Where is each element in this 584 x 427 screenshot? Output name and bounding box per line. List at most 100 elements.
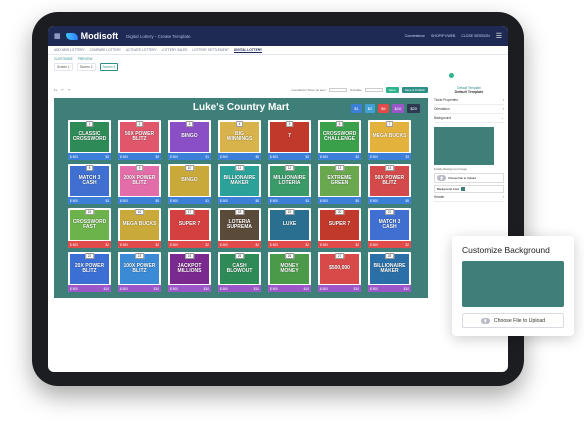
ticket-footer: $ 500 $2: [118, 241, 161, 248]
tab-primary[interactable]: LOTTERY SETTLEMENT: [192, 48, 229, 52]
cloud-upload-icon: [437, 175, 446, 181]
price-filter-button[interactable]: $20: [407, 104, 420, 113]
ticket-slot-number: 12: [284, 165, 295, 171]
lottery-ticket[interactable]: 14 50X POWER BLITZ $ 500 $5: [368, 164, 411, 204]
ticket-footer: $ 500 $5: [218, 153, 261, 160]
lottery-ticket[interactable]: 7 MEGA BUCKS $ 500 $3: [368, 120, 411, 160]
tab-secondary[interactable]: PREVIEW: [78, 57, 93, 61]
lottery-ticket[interactable]: 4 BIG WINNINGS $ 500 $5: [218, 120, 261, 160]
apps-grid-icon[interactable]: ▦: [54, 32, 61, 40]
panel-row-background[interactable]: Background ⌄: [434, 114, 504, 123]
undo-icon[interactable]: ↶: [61, 88, 64, 92]
ticket-price: $1: [205, 198, 209, 203]
card-color-swatch[interactable]: [462, 261, 564, 307]
lottery-ticket[interactable]: 17 SUPER 7 $ 500 $2: [168, 208, 211, 248]
save-publish-button[interactable]: Save & Publish: [401, 87, 428, 93]
zoom-value[interactable]: 1x: [54, 88, 57, 92]
lottery-ticket[interactable]: 28 BILLIONAIRE MAKER $ 500 $10: [368, 252, 411, 292]
choose-file-button[interactable]: Choose File to Upload: [462, 313, 564, 328]
bg-color-picker[interactable]: Background Color: [434, 185, 504, 193]
ticket-remaining: $ 500: [120, 242, 128, 247]
lottery-ticket[interactable]: 9 200X POWER BLITZ $ 500 $5: [118, 164, 161, 204]
lottery-ticket[interactable]: 18 LOTERIA SUPREMA $ 500 $2: [218, 208, 261, 248]
ticket-remaining: $ 500: [370, 198, 378, 203]
save-button[interactable]: Save: [385, 87, 399, 93]
ticket-footer: $ 500 $10: [318, 285, 361, 292]
hamburger-menu-icon[interactable]: ☰: [496, 32, 502, 40]
enable-bg-image-note: Enable Background Image: [434, 167, 467, 171]
lottery-ticket[interactable]: 21 MATCH 3 CASH $ 500 $2: [368, 208, 411, 248]
tab-primary[interactable]: ACTIVATE LOTTERY: [126, 48, 157, 52]
lottery-ticket[interactable]: 16 MEGA BUCKS $ 500 $2: [118, 208, 161, 248]
ticket-remaining: $ 500: [220, 286, 228, 291]
lottery-ticket[interactable]: 25 CASH BLOWOUT $ 500 $10: [218, 252, 261, 292]
ticket-slot-number: 14: [384, 165, 395, 171]
secondary-tabs: CUSTOMIZE PREVIEW: [48, 55, 508, 62]
ticket-slot-number: 25: [234, 253, 245, 259]
lottery-ticket[interactable]: 15 CROSSWORD FAST $ 500 $2: [68, 208, 111, 248]
tablet-device: ▦ Modisoft Digital Lottery - Create Temp…: [32, 12, 524, 386]
redo-icon[interactable]: ↷: [68, 88, 71, 92]
ticket-slot-number: 24: [184, 253, 195, 259]
tab-primary[interactable]: ADD NEW LOTTERY: [54, 48, 85, 52]
chevron-icon: ›: [502, 195, 504, 199]
panel-row-orientation[interactable]: Orientation ›: [434, 105, 504, 114]
panel-row-header[interactable]: Header ›: [434, 193, 504, 202]
ticket-footer: $ 500 $2: [368, 241, 411, 248]
lottery-ticket[interactable]: 1 CLASSIC CROSSWORD $ 500 $3: [68, 120, 111, 160]
template-input[interactable]: [364, 88, 383, 92]
lottery-ticket[interactable]: 23 100X POWER BLITZ $ 500 $10: [118, 252, 161, 292]
countdown-input[interactable]: [328, 88, 347, 92]
tab-primary[interactable]: COMPARE LOTTERY: [90, 48, 121, 52]
lottery-ticket[interactable]: 8 MATCH 3 CASH $ 500 $3: [68, 164, 111, 204]
screen-tab[interactable]: Screen 3: [99, 63, 119, 71]
tab-primary[interactable]: LOTTERY SALES: [162, 48, 188, 52]
ticket-remaining: $ 500: [220, 154, 228, 159]
ticket-slot-number: 2: [135, 121, 144, 127]
price-filter-button[interactable]: $2: [364, 104, 376, 113]
store-selector[interactable]: Convenience: [405, 34, 425, 38]
screen-tab[interactable]: Screen 1: [54, 63, 73, 71]
price-filter-button[interactable]: $1: [351, 104, 362, 113]
marketing-stage: ▦ Modisoft Digital Lottery - Create Temp…: [0, 0, 584, 427]
lottery-ticket[interactable]: 12 MILLIONAIRE LOTERIA $ 500 $3: [268, 164, 311, 204]
lottery-ticket[interactable]: 22 20X POWER BLITZ $ 500 $10: [68, 252, 111, 292]
lottery-ticket[interactable]: 13 EXTREME GREEN $ 500 $5: [318, 164, 361, 204]
lottery-ticket[interactable]: 27 $500,000 $ 500 $10: [318, 252, 361, 292]
price-filter-button[interactable]: $5: [378, 104, 389, 113]
lottery-ticket[interactable]: 11 BILLIONAIRE MAKER $ 500 $5: [218, 164, 261, 204]
lottery-ticket[interactable]: 20 SUPER 7 $ 500 $2: [318, 208, 361, 248]
ticket-slot-number: 8: [85, 165, 94, 171]
panel-row-ticket-properties[interactable]: Ticket Properties ›: [434, 96, 504, 105]
ticket-remaining: $ 500: [170, 198, 178, 203]
panel-upload-button[interactable]: Choose File to Upload: [434, 173, 504, 183]
settings-dot-icon[interactable]: [449, 73, 454, 78]
panel-subheader: Default Template: [454, 90, 484, 94]
logout-link[interactable]: CLOSE SESSION: [461, 34, 489, 38]
lottery-ticket[interactable]: 26 MONEY MONEY $ 500 $10: [268, 252, 311, 292]
ticket-remaining: $ 500: [170, 286, 178, 291]
lottery-ticket[interactable]: 6 CROSSWORD CHALLENGE $ 500 $3: [318, 120, 361, 160]
lottery-ticket[interactable]: 2 50X POWER BLITZ $ 500 $5: [118, 120, 161, 160]
lottery-ticket[interactable]: 24 JACKPOT MILLIONS $ 500 $10: [168, 252, 211, 292]
lottery-ticket[interactable]: 19 LUXE $ 500 $2: [268, 208, 311, 248]
ticket-slot-number: 28: [384, 253, 395, 259]
user-menu[interactable]: SHOPIFY/WEB: [431, 34, 455, 38]
lottery-ticket[interactable]: 10 BINGO $ 500 $1: [168, 164, 211, 204]
screen-tab[interactable]: Screen 2: [76, 63, 96, 71]
ticket-footer: $ 500 $1: [168, 197, 211, 204]
price-filter-button[interactable]: $10: [391, 104, 405, 113]
ticket-slot-number: 3: [185, 121, 194, 127]
tab-primary[interactable]: DIGITAL LOTTERY: [233, 48, 263, 53]
ticket-price: $10: [203, 286, 209, 291]
lottery-ticket[interactable]: 3 BINGO $ 500 $1: [168, 120, 211, 160]
ticket-slot-number: 27: [334, 253, 345, 259]
tab-secondary[interactable]: CUSTOMIZE: [54, 57, 73, 61]
lottery-display-canvas[interactable]: Luke's Country Mart $1 $2 $5 $10 $20 1 CLASSI…: [54, 98, 428, 298]
screen-tabs: Screen 1 Screen 2 Screen 3: [48, 62, 508, 72]
breadcrumb[interactable]: Digital Lottery - Create Template: [126, 34, 190, 39]
ticket-remaining: $ 500: [270, 198, 278, 203]
ticket-price: $2: [105, 242, 109, 247]
price-filter-buttons: $1 $2 $5 $10 $20: [351, 104, 420, 113]
lottery-ticket[interactable]: 5 7 $ 500 $3: [268, 120, 311, 160]
